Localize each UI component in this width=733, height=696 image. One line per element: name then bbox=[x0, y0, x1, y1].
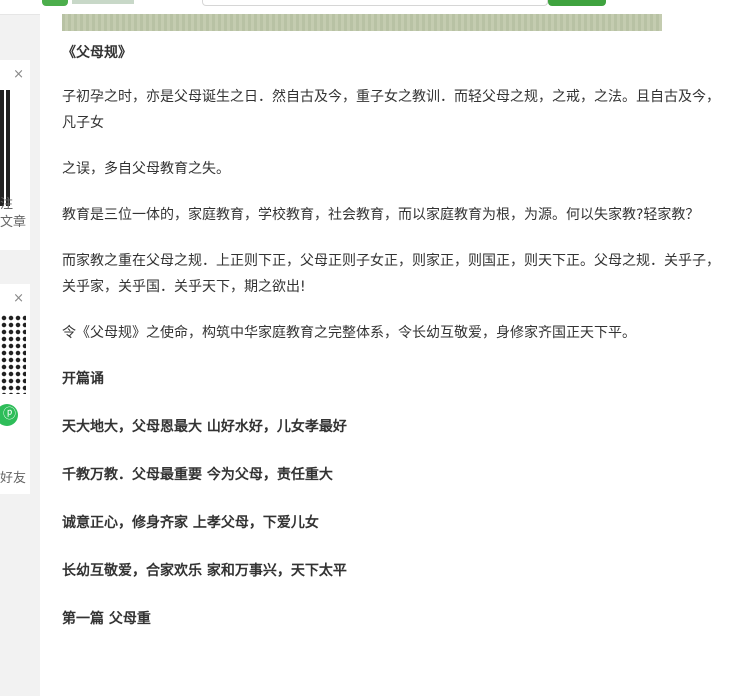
paragraph: 之误，多自父母教育之失。 bbox=[62, 161, 230, 177]
paragraph: 教育是三位一体的，家庭教育，学校教育，社会教育，而以家庭教育为根，为源。何以失家… bbox=[62, 207, 700, 223]
paragraph: 子初孕之时，亦是父母诞生之日．然自古及今，重子女之教训．而轻父母之规，之戒，之法… bbox=[62, 89, 720, 131]
article-body: 《父母规》 子初孕之时，亦是父母诞生之日．然自古及今，重子女之教训．而轻父母之规… bbox=[62, 40, 722, 654]
article-title: 《父母规》 bbox=[62, 45, 132, 61]
share-panel-text: 好友 bbox=[0, 471, 27, 486]
page: × 注 文章 × ⓟ 好友 《父母规》 子初孕之时，亦是父母诞生之日．然自古及今… bbox=[0, 0, 733, 696]
chapter-heading: 第一篇 父母重 bbox=[62, 611, 151, 627]
verse-line: 诚意正心，修身齐家 上孝父母，下爱儿女 bbox=[62, 515, 319, 531]
follow-panel-text-2: 文章 bbox=[0, 215, 27, 230]
follow-panel-text-1: 注 bbox=[0, 197, 14, 212]
verse-line: 长幼互敬爱，合家欢乐 家和万事兴，天下太平 bbox=[62, 563, 347, 579]
qr-code-icon bbox=[0, 90, 10, 206]
search-button[interactable] bbox=[548, 0, 606, 6]
verse-line: 天大地大，父母恩最大 山好水好，儿女孝最好 bbox=[62, 419, 347, 435]
article-container: 《父母规》 子初孕之时，亦是父母诞生之日．然自古及今，重子女之教训．而轻父母之规… bbox=[40, 14, 733, 696]
article-image-bottom bbox=[62, 14, 662, 31]
close-icon[interactable]: × bbox=[13, 68, 24, 81]
close-icon[interactable]: × bbox=[13, 292, 24, 305]
mini-program-qr-icon bbox=[0, 314, 26, 394]
section-heading: 开篇诵 bbox=[62, 371, 104, 387]
paragraph: 令《父母规》之使命，构筑中华家庭教育之完整体系，令长幼互敬爱，身修家齐国正天下平… bbox=[62, 325, 636, 341]
site-logo-text bbox=[72, 0, 134, 4]
search-input[interactable] bbox=[202, 0, 548, 6]
verse-line: 千教万教．父母最重要 今为父母，责任重大 bbox=[62, 467, 333, 483]
share-qr-panel: × ⓟ 好友 bbox=[0, 284, 30, 494]
follow-qr-panel: × 注 文章 bbox=[0, 60, 30, 250]
site-header bbox=[0, 0, 733, 15]
paragraph: 而家教之重在父母之规．上正则下正，父母正则子女正，则家正，则国正，则天下正。父母… bbox=[62, 253, 720, 295]
mini-program-logo-icon: ⓟ bbox=[0, 404, 18, 426]
site-logo-icon[interactable] bbox=[42, 0, 68, 6]
